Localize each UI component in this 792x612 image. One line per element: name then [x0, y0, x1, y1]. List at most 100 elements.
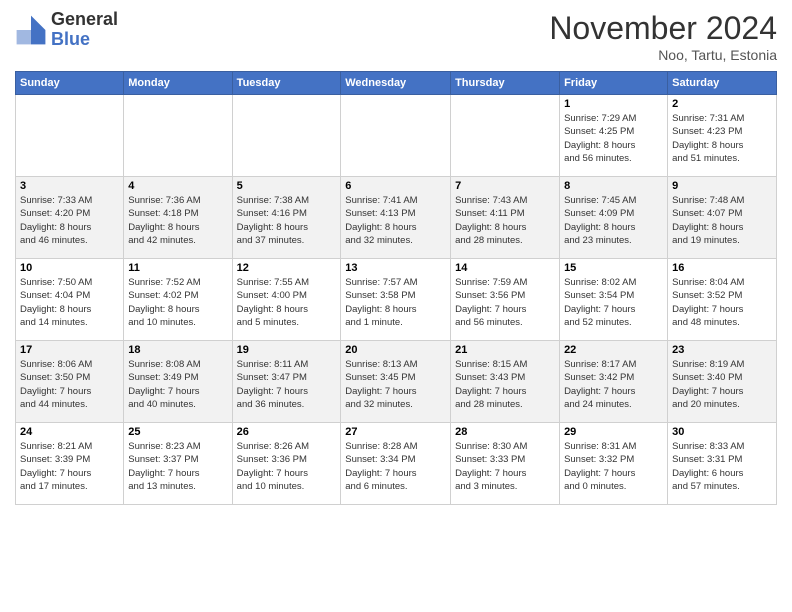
weekday-header-thursday: Thursday — [451, 72, 560, 95]
day-cell: 3Sunrise: 7:33 AMSunset: 4:20 PMDaylight… — [16, 177, 124, 259]
day-cell — [341, 95, 451, 177]
day-info: Sunrise: 7:55 AMSunset: 4:00 PMDaylight:… — [237, 276, 337, 329]
day-info: Sunrise: 8:04 AMSunset: 3:52 PMDaylight:… — [672, 276, 772, 329]
day-cell: 15 Sunrise: 8:02 AMSunset: 3:54 PMDayligh… — [560, 259, 668, 341]
week-row-3: 17 Sunrise: 8:06 AMSunset: 3:50 PMDayligh… — [16, 341, 777, 423]
day-number: 19 — [237, 344, 337, 356]
day-info: Sunrise: 8:31 AMSunset: 3:32 PMDaylight:… — [564, 440, 663, 493]
day-number: 4 — [128, 180, 227, 192]
day-number: 21 — [455, 344, 555, 356]
day-info: Sunrise: 8:06 AMSunset: 3:50 PMDaylight:… — [20, 358, 119, 411]
day-number: 10 — [20, 262, 119, 274]
day-cell — [124, 95, 232, 177]
day-cell: 24Sunrise: 8:21 AMSunset: 3:39 PMDayligh… — [16, 423, 124, 505]
day-cell: 17 Sunrise: 8:06 AMSunset: 3:50 PMDayligh… — [16, 341, 124, 423]
day-number: 15 — [564, 262, 663, 274]
page: General Blue November 2024 Noo, Tartu, E… — [0, 0, 792, 612]
day-info: Sunrise: 8:28 AMSunset: 3:34 PMDaylight:… — [345, 440, 446, 493]
day-number: 8 — [564, 180, 663, 192]
day-info: Sunrise: 7:33 AMSunset: 4:20 PMDaylight:… — [20, 194, 119, 247]
day-number: 29 — [564, 426, 663, 438]
day-info: Sunrise: 8:23 AMSunset: 3:37 PMDaylight:… — [128, 440, 227, 493]
calendar-body: 1 Sunrise: 7:29 AMSunset: 4:25 PMDaylight… — [16, 95, 777, 505]
day-number: 22 — [564, 344, 663, 356]
day-info: Sunrise: 8:19 AMSunset: 3:40 PMDaylight:… — [672, 358, 772, 411]
day-info: Sunrise: 7:52 AMSunset: 4:02 PMDaylight:… — [128, 276, 227, 329]
weekday-header-saturday: Saturday — [668, 72, 777, 95]
day-info: Sunrise: 8:13 AMSunset: 3:45 PMDaylight:… — [345, 358, 446, 411]
day-cell: 9 Sunrise: 7:48 AMSunset: 4:07 PMDaylight… — [668, 177, 777, 259]
day-number: 16 — [672, 262, 772, 274]
day-number: 27 — [345, 426, 446, 438]
day-number: 9 — [672, 180, 772, 192]
day-info: Sunrise: 7:45 AMSunset: 4:09 PMDaylight:… — [564, 194, 663, 247]
day-cell: 13Sunrise: 7:57 AMSunset: 3:58 PMDayligh… — [341, 259, 451, 341]
logo-blue: Blue — [51, 29, 90, 49]
day-info: Sunrise: 8:08 AMSunset: 3:49 PMDaylight:… — [128, 358, 227, 411]
day-info: Sunrise: 8:02 AMSunset: 3:54 PMDaylight:… — [564, 276, 663, 329]
day-number: 17 — [20, 344, 119, 356]
day-info: Sunrise: 7:48 AMSunset: 4:07 PMDaylight:… — [672, 194, 772, 247]
header: General Blue November 2024 Noo, Tartu, E… — [15, 10, 777, 63]
day-number: 20 — [345, 344, 446, 356]
day-cell: 16 Sunrise: 8:04 AMSunset: 3:52 PMDayligh… — [668, 259, 777, 341]
day-info: Sunrise: 8:11 AMSunset: 3:47 PMDaylight:… — [237, 358, 337, 411]
day-info: Sunrise: 7:43 AMSunset: 4:11 PMDaylight:… — [455, 194, 555, 247]
week-row-4: 24Sunrise: 8:21 AMSunset: 3:39 PMDayligh… — [16, 423, 777, 505]
day-info: Sunrise: 7:29 AMSunset: 4:25 PMDaylight:… — [564, 112, 663, 165]
location: Noo, Tartu, Estonia — [549, 47, 777, 63]
logo-text: General Blue — [51, 10, 118, 50]
day-cell: 29 Sunrise: 8:31 AMSunset: 3:32 PMDayligh… — [560, 423, 668, 505]
day-info: Sunrise: 8:26 AMSunset: 3:36 PMDaylight:… — [237, 440, 337, 493]
day-cell: 30Sunrise: 8:33 AMSunset: 3:31 PMDayligh… — [668, 423, 777, 505]
calendar-table: SundayMondayTuesdayWednesdayThursdayFrid… — [15, 71, 777, 505]
day-info: Sunrise: 8:21 AMSunset: 3:39 PMDaylight:… — [20, 440, 119, 493]
day-number: 14 — [455, 262, 555, 274]
weekday-header-wednesday: Wednesday — [341, 72, 451, 95]
day-cell: 5Sunrise: 7:38 AMSunset: 4:16 PMDaylight… — [232, 177, 341, 259]
logo-icon — [15, 14, 47, 46]
day-info: Sunrise: 7:31 AMSunset: 4:23 PMDaylight:… — [672, 112, 772, 165]
day-number: 26 — [237, 426, 337, 438]
day-cell: 1 Sunrise: 7:29 AMSunset: 4:25 PMDaylight… — [560, 95, 668, 177]
day-cell: 26 Sunrise: 8:26 AMSunset: 3:36 PMDayligh… — [232, 423, 341, 505]
day-cell: 8 Sunrise: 7:45 AMSunset: 4:09 PMDaylight… — [560, 177, 668, 259]
day-info: Sunrise: 7:57 AMSunset: 3:58 PMDaylight:… — [345, 276, 446, 329]
day-number: 1 — [564, 98, 663, 110]
day-cell: 4 Sunrise: 7:36 AMSunset: 4:18 PMDaylight… — [124, 177, 232, 259]
day-info: Sunrise: 7:59 AMSunset: 3:56 PMDaylight:… — [455, 276, 555, 329]
day-number: 5 — [237, 180, 337, 192]
day-cell: 23 Sunrise: 8:19 AMSunset: 3:40 PMDayligh… — [668, 341, 777, 423]
day-cell — [232, 95, 341, 177]
week-row-1: 3Sunrise: 7:33 AMSunset: 4:20 PMDaylight… — [16, 177, 777, 259]
day-cell: 2 Sunrise: 7:31 AMSunset: 4:23 PMDaylight… — [668, 95, 777, 177]
title-block: November 2024 Noo, Tartu, Estonia — [549, 10, 777, 63]
day-info: Sunrise: 7:36 AMSunset: 4:18 PMDaylight:… — [128, 194, 227, 247]
logo-general: General — [51, 9, 118, 29]
day-cell: 21 Sunrise: 8:15 AMSunset: 3:43 PMDayligh… — [451, 341, 560, 423]
week-row-2: 10 Sunrise: 7:50 AMSunset: 4:04 PMDayligh… — [16, 259, 777, 341]
day-cell: 27 Sunrise: 8:28 AMSunset: 3:34 PMDayligh… — [341, 423, 451, 505]
weekday-row: SundayMondayTuesdayWednesdayThursdayFrid… — [16, 72, 777, 95]
day-cell: 14 Sunrise: 7:59 AMSunset: 3:56 PMDayligh… — [451, 259, 560, 341]
week-row-0: 1 Sunrise: 7:29 AMSunset: 4:25 PMDaylight… — [16, 95, 777, 177]
calendar-header: SundayMondayTuesdayWednesdayThursdayFrid… — [16, 72, 777, 95]
day-info: Sunrise: 8:17 AMSunset: 3:42 PMDaylight:… — [564, 358, 663, 411]
weekday-header-friday: Friday — [560, 72, 668, 95]
day-info: Sunrise: 8:33 AMSunset: 3:31 PMDaylight:… — [672, 440, 772, 493]
day-info: Sunrise: 8:30 AMSunset: 3:33 PMDaylight:… — [455, 440, 555, 493]
day-number: 7 — [455, 180, 555, 192]
day-number: 2 — [672, 98, 772, 110]
day-cell: 25 Sunrise: 8:23 AMSunset: 3:37 PMDayligh… — [124, 423, 232, 505]
month-title: November 2024 — [549, 10, 777, 47]
day-info: Sunrise: 7:50 AMSunset: 4:04 PMDaylight:… — [20, 276, 119, 329]
weekday-header-tuesday: Tuesday — [232, 72, 341, 95]
day-number: 25 — [128, 426, 227, 438]
day-number: 23 — [672, 344, 772, 356]
day-cell: 28Sunrise: 8:30 AMSunset: 3:33 PMDayligh… — [451, 423, 560, 505]
day-number: 18 — [128, 344, 227, 356]
day-info: Sunrise: 8:15 AMSunset: 3:43 PMDaylight:… — [455, 358, 555, 411]
day-cell: 10 Sunrise: 7:50 AMSunset: 4:04 PMDayligh… — [16, 259, 124, 341]
weekday-header-sunday: Sunday — [16, 72, 124, 95]
logo: General Blue — [15, 10, 118, 50]
